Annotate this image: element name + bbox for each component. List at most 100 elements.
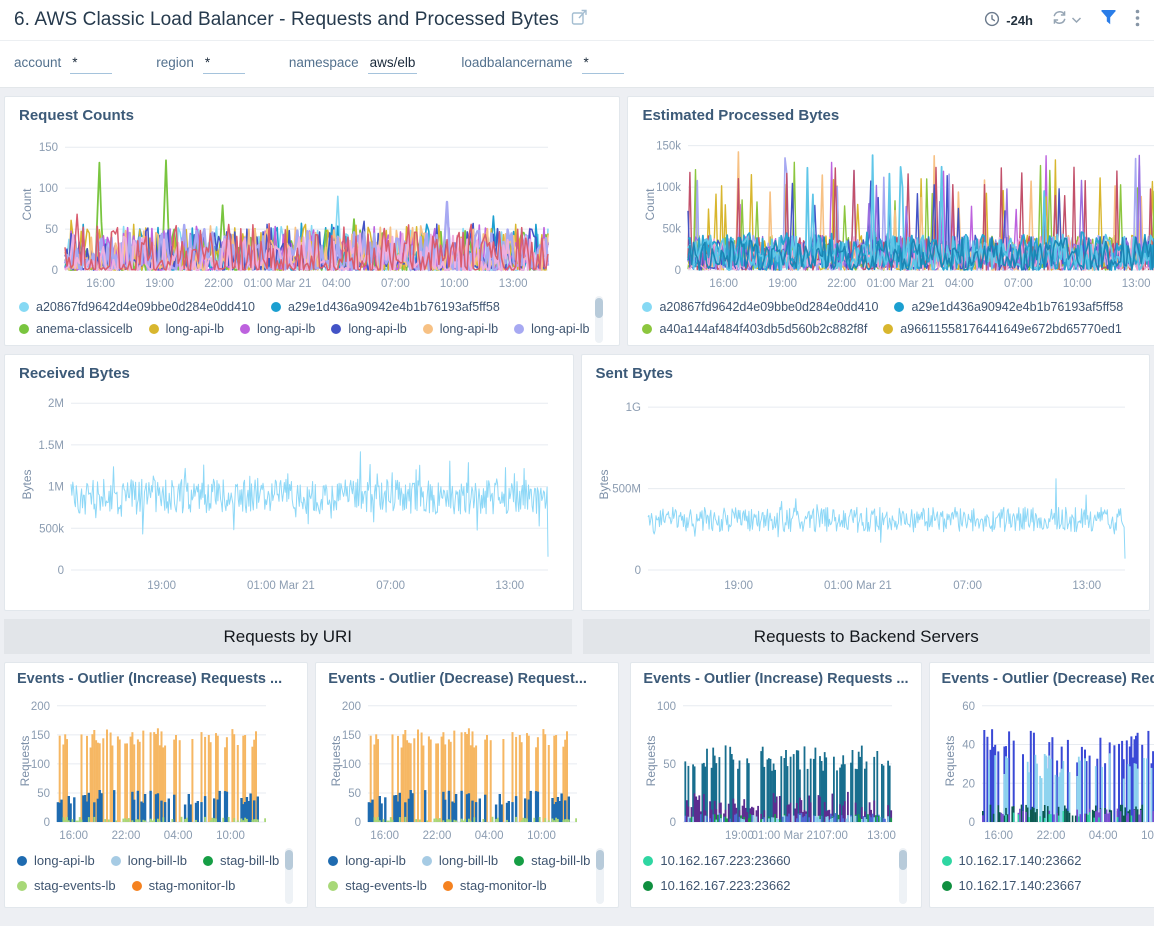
legend-item[interactable]: a29e1d436a90942e4b1b76193af5ff58 — [271, 300, 500, 314]
legend-scrollbar[interactable] — [596, 848, 604, 904]
svg-text:500M: 500M — [612, 484, 641, 496]
svg-text:07:00: 07:00 — [376, 580, 405, 592]
panel-request-counts: Request Counts 050100150Count16:0019:002… — [4, 96, 620, 346]
svg-text:07:00: 07:00 — [381, 278, 410, 290]
svg-text:0: 0 — [52, 265, 58, 277]
legend-item[interactable]: long-api-lb — [423, 322, 498, 336]
kebab-menu-icon[interactable] — [1135, 9, 1140, 32]
filter-bar: account * region * namespace aws/elb loa… — [0, 41, 1154, 88]
legend-item[interactable]: 10.162.17.140:23662 — [942, 853, 1082, 868]
legend-item[interactable]: stag-monitor-lb — [443, 878, 547, 893]
svg-text:13:00: 13:00 — [1072, 580, 1101, 592]
filter-region-input[interactable]: * — [203, 55, 245, 74]
panel-outlier-increase-backend: Events - Outlier (Increase) Requests ...… — [630, 662, 921, 908]
legend-item[interactable]: stag-events-lb — [17, 878, 116, 893]
panel-outlier-decrease-uri: Events - Outlier (Decrease) Request... 0… — [315, 662, 619, 908]
legend-item[interactable]: long-api-lb — [328, 853, 406, 868]
legend-scrollbar[interactable] — [285, 848, 293, 904]
legend-row — [642, 340, 1154, 343]
estimated-processed-bytes-chart[interactable]: 050k100k150kCount16:0019:0022:0001:00 Ma… — [642, 129, 1154, 292]
panel-title: Estimated Processed Bytes — [642, 107, 1154, 124]
legend-label: 10.162.167.223:23660 — [660, 853, 790, 868]
chevron-down-icon — [1071, 11, 1082, 29]
time-range-button[interactable]: -24h — [984, 11, 1033, 30]
legend-row: stag-events-lb stag-monitor-lb — [17, 873, 279, 898]
svg-text:Count: Count — [20, 188, 34, 221]
section-header-requests-by-uri: Requests by URI — [4, 619, 572, 654]
svg-text:100: 100 — [31, 759, 50, 771]
legend-item[interactable]: long-api-lb — [240, 322, 315, 336]
svg-text:19:00: 19:00 — [769, 278, 798, 290]
outlier-decrease-uri-chart[interactable]: 050100150200Requests16:0022:0004:0010:00 — [328, 692, 606, 844]
legend-scrollbar-thumb[interactable] — [595, 298, 603, 318]
svg-text:1M: 1M — [48, 482, 64, 494]
legend-dot-icon — [883, 324, 893, 334]
legend-row: anema-classicelb long-api-lb long-api-lb lo… — [19, 318, 589, 340]
svg-text:01:00 Mar 21: 01:00 Mar 21 — [247, 580, 315, 592]
panel-title: Events - Outlier (Increase) Requests ... — [17, 671, 295, 687]
filter-account-input[interactable]: * — [70, 55, 112, 74]
legend-dot-icon — [328, 856, 338, 866]
svg-text:Requests: Requests — [18, 736, 32, 787]
refresh-button[interactable] — [1051, 9, 1082, 31]
clock-icon — [984, 11, 1000, 30]
legend-item[interactable]: long-api-lb — [514, 322, 589, 336]
share-icon[interactable] — [571, 9, 588, 31]
svg-text:13:00: 13:00 — [495, 580, 524, 592]
legend-row: stag-events-lb stag-monitor-lb — [328, 873, 590, 898]
filter-icon[interactable] — [1100, 10, 1117, 31]
legend-item[interactable]: a20867fd9642d4e09bbe0d284e0dd410 — [19, 300, 255, 314]
svg-text:Requests: Requests — [943, 736, 957, 787]
legend-scrollbar[interactable] — [899, 848, 907, 904]
legend-item[interactable]: long-bill-lb — [422, 853, 498, 868]
outlier-decrease-backend-chart[interactable]: 0204060Requests16:0022:0004:0010:00 — [942, 692, 1154, 844]
request-counts-chart[interactable]: 050100150Count16:0019:0022:0001:00 Mar 2… — [19, 129, 605, 292]
received-bytes-chart[interactable]: 0500k1M1.5M2MBytes19:0001:00 Mar 2107:00… — [19, 387, 559, 594]
legend-scrollbar[interactable] — [595, 296, 603, 343]
svg-text:22:00: 22:00 — [828, 278, 857, 290]
svg-text:04:00: 04:00 — [475, 830, 504, 842]
legend-item[interactable]: long-api-lb — [331, 322, 406, 336]
legend-scrollbar-thumb[interactable] — [899, 850, 907, 870]
outlier-increase-uri-chart[interactable]: 050100150200Requests16:0022:0004:0010:00 — [17, 692, 295, 844]
legend-scrollbar-thumb[interactable] — [596, 850, 604, 870]
svg-text:22:00: 22:00 — [112, 830, 141, 842]
legend-item[interactable]: a40a144af484f403db5d560b2c882f8f — [642, 322, 867, 336]
filter-account-label: account — [14, 55, 61, 70]
legend-item[interactable]: stag-events-lb — [328, 878, 427, 893]
legend-item[interactable]: long-api-lb — [149, 322, 224, 336]
legend-item[interactable]: a96611558176441649e672bd65770ed1 — [883, 322, 1122, 336]
svg-text:0: 0 — [670, 817, 676, 829]
legend-item[interactable]: stag-bill-lb — [514, 853, 590, 868]
legend-item[interactable]: stag-bill-lb — [203, 853, 279, 868]
legend-item[interactable]: a20867fd9642d4e09bbe0d284e0dd410 — [642, 300, 878, 314]
legend-item[interactable]: anema-classicelb — [19, 322, 133, 336]
svg-text:50k: 50k — [663, 224, 682, 236]
sent-bytes-chart[interactable]: 0500M1GBytes19:0001:00 Mar 2107:0013:00 — [596, 387, 1136, 594]
filter-loadbalancername-input[interactable]: * — [582, 55, 624, 74]
legend-dot-icon — [19, 324, 29, 334]
legend-label: 10.162.167.223:23662 — [660, 878, 790, 893]
svg-text:04:00: 04:00 — [164, 830, 193, 842]
legend-label: stag-bill-lb — [220, 853, 279, 868]
legend-item[interactable]: long-bill-lb — [111, 853, 187, 868]
legend-label: a20867fd9642d4e09bbe0d284e0dd410 — [36, 300, 255, 314]
svg-text:Bytes: Bytes — [20, 469, 34, 499]
legend-item[interactable]: a29e1d436a90942e4b1b76193af5ff58 — [894, 300, 1123, 314]
svg-text:50: 50 — [664, 759, 677, 771]
filter-namespace-input[interactable]: aws/elb — [368, 55, 418, 74]
legend-label: stag-events-lb — [34, 878, 116, 893]
svg-text:04:00: 04:00 — [322, 278, 351, 290]
legend-item[interactable]: 10.162.167.223:23660 — [643, 853, 790, 868]
outlier-increase-backend-chart[interactable]: 050100Requests19:0001:00 Mar 2107:0013:0… — [643, 692, 908, 844]
svg-text:01:00 Mar 21: 01:00 Mar 21 — [824, 580, 892, 592]
svg-text:04:00: 04:00 — [1088, 830, 1117, 842]
legend-row — [942, 898, 1154, 904]
legend-scrollbar-thumb[interactable] — [285, 850, 293, 870]
legend-item[interactable]: long-api-lb — [17, 853, 95, 868]
legend-item[interactable]: 10.162.17.140:23667 — [942, 878, 1082, 893]
legend-item[interactable]: 10.162.167.223:23662 — [643, 878, 790, 893]
legend-item[interactable]: stag-monitor-lb — [132, 878, 236, 893]
legend-label: a40a144af484f403db5d560b2c882f8f — [659, 322, 867, 336]
svg-text:01:00 Mar 21: 01:00 Mar 21 — [867, 278, 935, 290]
